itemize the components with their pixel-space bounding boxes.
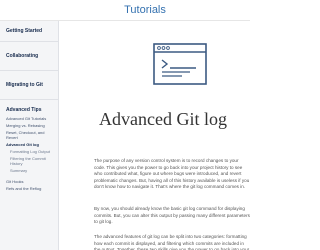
sidebar-item-refs-and-reflog[interactable]: Refs and the Reflog [0, 185, 58, 192]
sidebar-item-advanced-git-log[interactable]: Advanced Git log [0, 141, 58, 148]
sidebar-item-merging-vs-rebasing[interactable]: Merging vs. Rebasing [0, 122, 58, 129]
sidebar: Getting Started Collaborating Migrating … [0, 21, 59, 250]
sidebar-subitem-formatting-log-output[interactable]: Formatting Log Output [0, 148, 58, 155]
sidebar-item-advanced-git-tutorials[interactable]: Advanced Git Tutorials [0, 115, 58, 122]
sidebar-subitem-summary[interactable]: Summary [0, 167, 58, 174]
features-paragraph: The advanced features of git log can be … [94, 234, 250, 250]
tutorials-brand-link[interactable]: Tutorials [115, 4, 175, 16]
intro-paragraph: The purpose of any version control syste… [94, 158, 250, 189]
top-bar: Tutorials [0, 0, 250, 21]
page-title: Advanced Git log [99, 109, 227, 129]
basics-paragraph: By now, you should already know the basi… [94, 206, 250, 224]
sidebar-section-collaborating[interactable]: Collaborating [0, 42, 58, 71]
main-content: Advanced Git log The purpose of any vers… [59, 21, 250, 250]
terminal-window-icon [153, 43, 207, 85]
sidebar-section-advanced-tips[interactable]: Advanced Tips [0, 100, 58, 115]
sidebar-section-getting-started[interactable]: Getting Started [0, 21, 58, 42]
sidebar-section-migrating-to-git[interactable]: Migrating to Git [0, 71, 58, 100]
sidebar-item-reset-checkout-revert[interactable]: Reset, Checkout, and Revert [0, 129, 58, 141]
sidebar-item-git-hooks[interactable]: Git Hooks [0, 178, 58, 185]
sidebar-subitem-filtering-commit-history[interactable]: Filtering the Commit History [0, 155, 58, 167]
